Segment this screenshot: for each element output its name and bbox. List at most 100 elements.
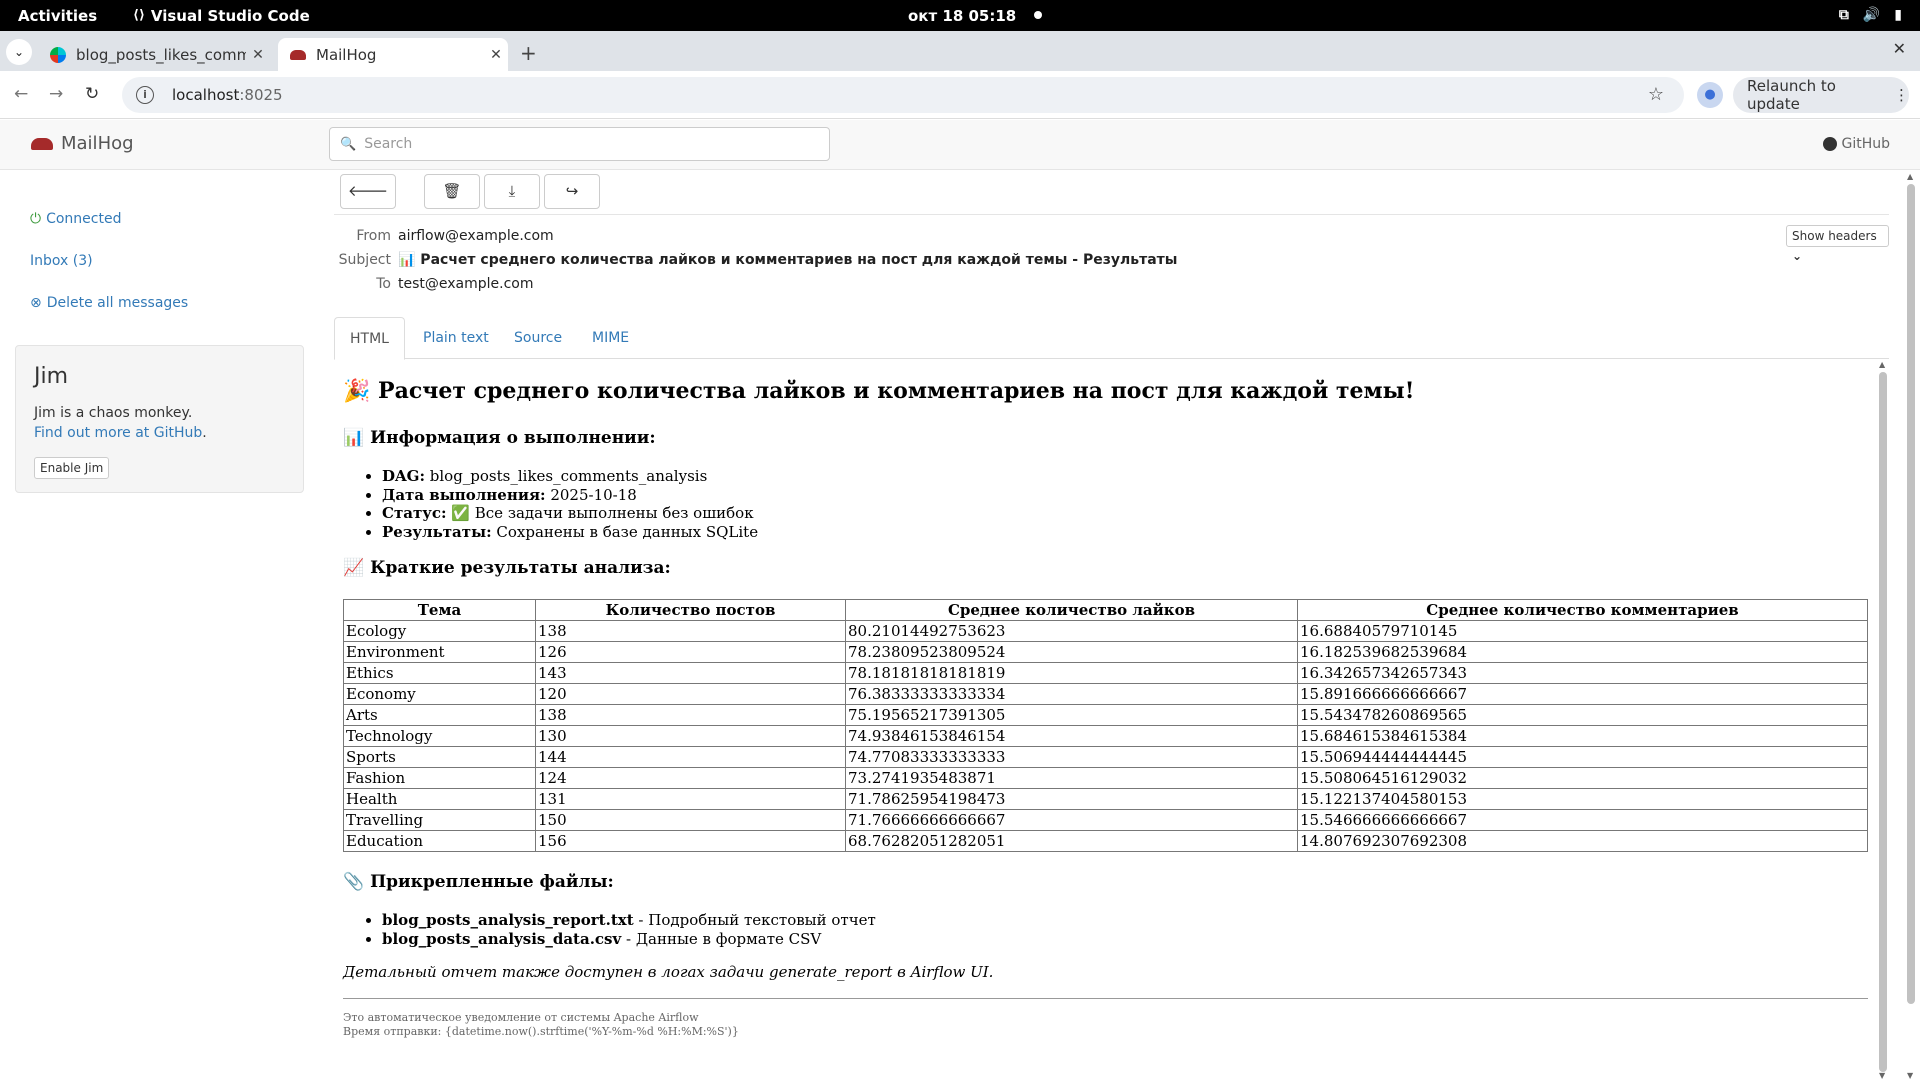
system-tray[interactable]: ⧉ 🔊 ▮ [1839,7,1902,23]
table-row: Ecology 138 80.21014492753623 16.6884057971… [343,620,1868,642]
table-header-row: Тема Количество постов Среднее количеств… [343,599,1868,621]
mailhog-logo-icon [31,137,53,150]
tab-search-chevron-icon[interactable]: ⌄ [6,39,32,65]
browser-tab-airflow[interactable]: blog_posts_likes_comm ✕ [38,38,270,71]
results-heading: 📈 Краткие результаты анализа: [343,558,671,578]
scroll-up-icon[interactable]: ▲ [1879,360,1885,369]
page-scrollbar[interactable]: ▲ ▼ [1905,172,1917,1080]
enable-jim-button[interactable]: Enable Jim [34,457,110,479]
table-row: Economy 120 76.38333333333334 15.8916666666… [343,683,1868,705]
table-cell: Environment [343,641,536,663]
share-icon: ↪ [565,182,579,200]
back-icon[interactable]: ← [14,84,28,104]
tab-mime[interactable]: MIME [577,317,644,359]
table-cell: Arts [343,704,536,726]
tab-plain-text[interactable]: Plain text [408,317,504,359]
close-tab-icon[interactable]: ✕ [484,47,508,63]
tab-title: blog_posts_likes_comm [76,45,246,64]
table-row: Travelling 150 71.76666666666667 15.5466666… [343,809,1868,831]
list-item: blog_posts_analysis_data.csv - Данные в … [382,930,876,949]
table-cell: 15.546666666666667 [1297,809,1868,831]
more-menu-icon: ⋮ [1894,86,1909,104]
jim-github-link[interactable]: Find out more at GitHub [34,425,202,441]
table-cell: 68.76282051282051 [845,830,1298,852]
connected-label: Connected [46,211,122,227]
new-tab-icon[interactable]: + [520,41,537,65]
tab-source[interactable]: Source [499,317,577,359]
github-label: GitHub [1841,136,1890,152]
table-row: Health 131 71.78625954198473 15.12213740458… [343,788,1868,810]
to-label: To [376,276,391,292]
table-cell: 73.2741935483871 [845,767,1298,789]
tab-html[interactable]: HTML [334,317,405,360]
download-message-button[interactable]: ⤓ [484,174,540,209]
github-link[interactable]: GitHub [1823,136,1890,152]
list-item: Статус: ✅ Все задачи выполнены без ошибо… [382,504,758,523]
relaunch-label: Relaunch to update [1747,77,1836,113]
profile-avatar-icon[interactable]: ● [1697,82,1723,108]
bookmark-star-icon[interactable]: ☆ [1648,84,1664,105]
list-item: Результаты: Сохранены в базе данных SQLi… [382,523,758,542]
scroll-down-icon[interactable]: ▼ [1907,1071,1913,1080]
table-cell: 143 [535,662,846,684]
close-tab-icon[interactable]: ✕ [246,47,270,63]
delete-message-button[interactable]: 🗑 [424,174,480,209]
connection-status: ⏻ Connected [30,211,121,227]
footer-line: Это автоматическое уведомление от систем… [343,1011,699,1024]
activities-button[interactable]: Activities [18,7,123,25]
table-cell: 76.38333333333334 [845,683,1298,705]
address-bar[interactable]: i localhost:8025 ☆ [122,77,1684,113]
volume-icon: 🔊 [1862,7,1881,23]
email-body-scrollbar[interactable]: ▲ ▼ [1877,360,1889,1080]
table-cell: 124 [535,767,846,789]
footer-divider [343,998,1868,999]
table-cell: Economy [343,683,536,705]
back-to-inbox-button[interactable]: 🡐 [340,174,396,209]
from-label: From [356,228,391,244]
results-table: Тема Количество постов Среднее количеств… [343,599,1868,852]
scroll-down-icon[interactable]: ▼ [1879,1071,1885,1080]
trash-icon: 🗑 [442,182,462,200]
show-headers-button[interactable]: Show headers ⌄ [1786,225,1889,263]
window-close-icon[interactable]: ✕ [1893,39,1906,58]
scroll-up-icon[interactable]: ▲ [1907,172,1913,181]
mailhog-favicon-icon [290,49,306,60]
vscode-icon: ⟨⟩ [133,8,145,23]
table-cell: 150 [535,809,846,831]
list-item: blog_posts_analysis_report.txt - Подробн… [382,911,876,930]
table-cell: 16.68840579710145 [1297,620,1868,642]
search-input[interactable]: 🔍 Search [329,127,830,161]
table-cell: 15.508064516129032 [1297,767,1868,789]
table-cell: 156 [535,830,846,852]
email-footer: Это автоматическое уведомление от систем… [343,1011,739,1039]
table-cell: 74.77083333333333 [845,746,1298,768]
app-menu[interactable]: ⟨⟩ Visual Studio Code [133,7,310,25]
relaunch-to-update-button[interactable]: Relaunch to update ⋮ [1733,77,1909,113]
mailhog-brand[interactable]: MailHog [31,133,134,154]
jim-title: Jim [34,364,69,389]
release-message-button[interactable]: ↪ [544,174,600,209]
scrollbar-thumb[interactable] [1879,372,1887,1072]
email-title: 🎉 Расчет среднего количества лайков и ко… [343,378,1415,404]
table-cell: Sports [343,746,536,768]
inbox-link[interactable]: Inbox (3) [30,253,93,269]
table-row: Environment 126 78.23809523809524 16.182539… [343,641,1868,663]
jim-link-suffix: . [202,425,207,441]
scrollbar-thumb[interactable] [1907,184,1915,1004]
table-header-cell: Количество постов [535,599,846,621]
table-cell: 14.807692307692308 [1297,830,1868,852]
from-value: airflow@example.com [398,228,554,244]
browser-tab-mailhog[interactable]: MailHog ✕ [278,38,508,71]
list-item: Дата выполнения: 2025-10-18 [382,486,758,505]
table-header-cell: Среднее количество лайков [845,599,1298,621]
forward-icon[interactable]: → [49,84,63,104]
app-name: Visual Studio Code [150,6,310,25]
clock[interactable]: окт 18 05:18 [908,7,1016,25]
delete-all-messages-link[interactable]: ⊗ Delete all messages [30,295,188,311]
reload-icon[interactable]: ↻ [85,84,99,104]
jim-description: Jim is a chaos monkey. [34,405,193,421]
site-info-icon[interactable]: i [136,86,154,104]
table-cell: 120 [535,683,846,705]
network-icon: ⧉ [1838,7,1849,23]
footer-line: Время отправки: {datetime.now().strftime… [343,1025,739,1038]
